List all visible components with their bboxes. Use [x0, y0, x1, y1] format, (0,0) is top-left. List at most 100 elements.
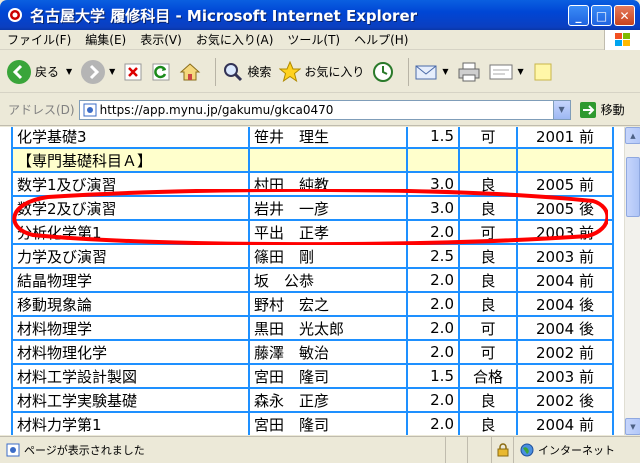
edit-button[interactable]: ▼	[489, 62, 524, 82]
teacher-name: 宮田 隆司	[248, 363, 408, 389]
credit-value: 3.0	[406, 171, 460, 197]
course-name: 材料物理化学	[11, 339, 250, 365]
empty-cell	[248, 147, 408, 173]
scroll-down-button[interactable]: ▼	[625, 418, 640, 435]
windows-logo-icon	[604, 30, 640, 50]
course-row: 数学2及び演習 岩井 一彦 3.0 良 2005 後	[11, 195, 614, 221]
lock-icon	[492, 437, 514, 463]
back-label: 戻る	[35, 65, 60, 79]
term-value: 2004 前	[516, 411, 614, 435]
stop-button[interactable]	[123, 62, 143, 82]
star-icon	[279, 60, 302, 82]
toolbar: 戻る ▼ ▼ 検索 お気に入り ▼ ▼	[0, 51, 640, 93]
page-icon	[83, 103, 97, 116]
menu-tools[interactable]: ツール(T)	[280, 31, 347, 48]
chevron-down-icon[interactable]: ▼	[518, 67, 524, 76]
menu-view[interactable]: 表示(V)	[133, 31, 189, 48]
print-button[interactable]	[457, 61, 481, 83]
term-value: 2002 前	[516, 339, 614, 365]
go-arrow-icon	[579, 101, 596, 118]
menu-edit[interactable]: 編集(E)	[78, 31, 133, 48]
teacher-name: 篠田 剛	[248, 243, 408, 269]
discuss-button[interactable]	[532, 61, 554, 83]
course-name: 数学1及び演習	[11, 171, 250, 197]
term-value: 2002 後	[516, 387, 614, 413]
chevron-down-icon[interactable]: ▼	[66, 67, 72, 76]
forward-arrow-icon	[81, 59, 106, 84]
course-row: 材料工学設計製図 宮田 隆司 1.5 合格 2003 前	[11, 363, 614, 389]
page-content[interactable]: 化学基礎3 笹井 理生 1.5 可 2001 前【専門基礎科目Ａ】 数学1及び演習 村田 純…	[0, 127, 624, 435]
window-title: 名古屋大学 履修科目 - Microsoft Internet Explorer	[30, 6, 418, 25]
back-button[interactable]: 戻る ▼	[6, 59, 72, 85]
term-value: 2004 前	[516, 267, 614, 293]
scroll-thumb[interactable]	[626, 157, 640, 217]
course-row: 材料物理化学 藤澤 敏治 2.0 可 2002 前	[11, 339, 614, 365]
home-button[interactable]	[179, 62, 201, 82]
close-button[interactable]: ✕	[614, 5, 635, 26]
forward-button[interactable]: ▼	[80, 59, 115, 85]
toolbar-separator	[215, 57, 217, 86]
course-row: 力学及び演習 篠田 剛 2.5 良 2003 前	[11, 243, 614, 269]
address-input[interactable]: https://app.mynu.jp/gakumu/gkca0470 ▼	[78, 99, 571, 120]
maximize-button[interactable]: □	[591, 5, 612, 26]
title-bar[interactable]: 名古屋大学 履修科目 - Microsoft Internet Explorer…	[0, 0, 640, 30]
status-segment	[446, 437, 468, 463]
go-label: 移動	[600, 103, 625, 117]
empty-cell	[516, 147, 614, 173]
status-message-area: ページが表示されました	[0, 437, 446, 463]
course-name: 分析化学第1	[11, 219, 250, 245]
grade-value: 可	[458, 315, 518, 341]
vertical-scrollbar[interactable]: ▲ ▼	[624, 127, 640, 435]
menu-file[interactable]: ファイル(F)	[0, 31, 78, 48]
course-table: 化学基礎3 笹井 理生 1.5 可 2001 前【専門基礎科目Ａ】 数学1及び演習 村田 純…	[11, 127, 614, 435]
grade-value: 良	[458, 195, 518, 221]
search-button[interactable]: 検索	[222, 61, 271, 83]
page-done-icon	[6, 443, 20, 457]
credit-value: 2.5	[406, 243, 460, 269]
teacher-name: 黒田 光太郎	[248, 315, 408, 341]
teacher-name: 笹井 理生	[248, 127, 408, 149]
credit-value: 3.0	[406, 195, 460, 221]
address-label: アドレス(D)	[8, 103, 75, 117]
chevron-down-icon[interactable]: ▼	[442, 67, 448, 76]
term-value: 2005 前	[516, 171, 614, 197]
term-value: 2005 後	[516, 195, 614, 221]
window-controls: _ □ ✕	[568, 5, 635, 26]
credit-value: 2.0	[406, 315, 460, 341]
note-icon	[534, 63, 552, 80]
credit-value: 2.0	[406, 387, 460, 413]
scroll-up-button[interactable]: ▲	[625, 127, 640, 144]
address-url[interactable]: https://app.mynu.jp/gakumu/gkca0470	[100, 103, 334, 117]
credit-value: 2.0	[406, 411, 460, 435]
grade-value: 合格	[458, 363, 518, 389]
favorites-button[interactable]: お気に入り	[279, 60, 364, 83]
course-row: 材料力学第1 宮田 隆司 2.0 良 2004 前	[11, 411, 614, 435]
term-value: 2001 前	[516, 127, 614, 149]
course-name: 化学基礎3	[11, 127, 250, 149]
course-name: 材料工学設計製図	[11, 363, 250, 389]
printer-icon	[458, 62, 480, 81]
course-row: 移動現象論 野村 宏之 2.0 良 2004 後	[11, 291, 614, 317]
grade-value: 良	[458, 411, 518, 435]
teacher-name: 平出 正孝	[248, 219, 408, 245]
credit-value: 2.0	[406, 267, 460, 293]
course-name: 移動現象論	[11, 291, 250, 317]
history-icon	[373, 61, 394, 82]
grade-value: 良	[458, 243, 518, 269]
security-zone: インターネット	[514, 442, 615, 458]
edit-page-icon	[489, 64, 513, 79]
history-button[interactable]	[372, 61, 394, 83]
section-row: 【専門基礎科目Ａ】	[11, 147, 614, 173]
menu-help[interactable]: ヘルプ(H)	[347, 31, 415, 48]
mail-button[interactable]: ▼	[415, 62, 449, 82]
go-button[interactable]: 移動	[579, 101, 625, 119]
course-name: 力学及び演習	[11, 243, 250, 269]
refresh-button[interactable]	[151, 62, 171, 82]
address-dropdown-button[interactable]: ▼	[552, 100, 570, 119]
teacher-name: 村田 純教	[248, 171, 408, 197]
menu-favorites[interactable]: お気に入り(A)	[189, 31, 281, 48]
grade-value: 良	[458, 387, 518, 413]
minimize-button[interactable]: _	[568, 5, 589, 26]
chevron-down-icon[interactable]: ▼	[109, 67, 115, 76]
back-arrow-icon	[7, 59, 31, 84]
